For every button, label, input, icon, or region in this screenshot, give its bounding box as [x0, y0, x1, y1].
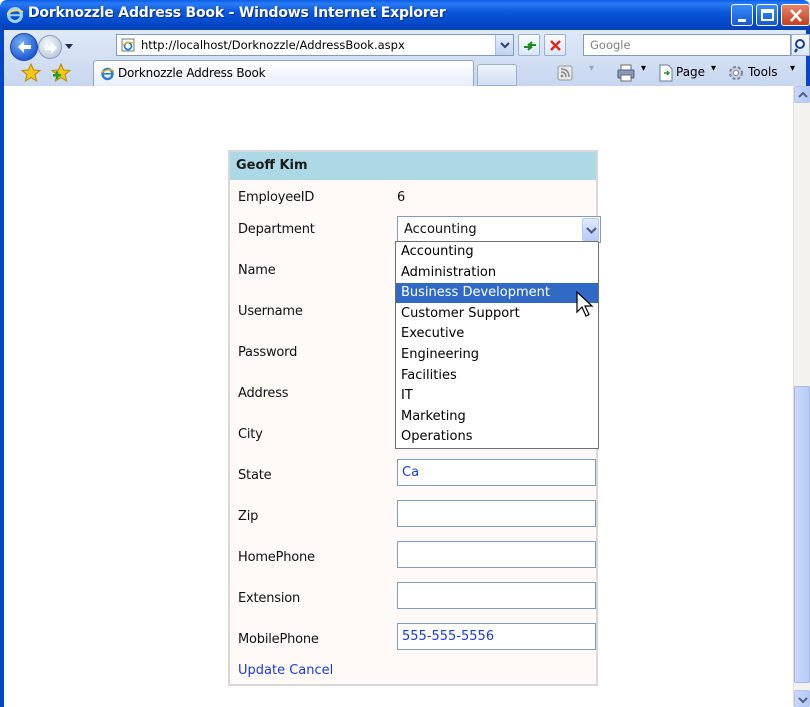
department-label: Department: [238, 222, 315, 237]
chevron-down-icon: [500, 42, 510, 49]
address-bar[interactable]: http://localhost/Dorknozzle/AddressBook.…: [116, 34, 514, 56]
department-option[interactable]: Marketing: [396, 407, 598, 427]
department-option[interactable]: Engineering: [396, 345, 598, 365]
address-dropdown-button[interactable]: [495, 35, 513, 55]
close-icon: [790, 9, 802, 22]
mobile-phone-field[interactable]: 555-555-5556: [397, 623, 596, 650]
tab-label: Dorknozzle Address Book: [118, 66, 266, 80]
department-option[interactable]: Business Development: [396, 283, 598, 304]
department-option[interactable]: Customer Support: [396, 304, 598, 324]
cancel-link[interactable]: Cancel: [289, 663, 333, 678]
back-arrow-icon: [18, 41, 31, 53]
search-icon: [793, 39, 805, 53]
refresh-icon: [524, 41, 536, 51]
back-button[interactable]: [10, 33, 38, 61]
state-label: State: [238, 468, 272, 483]
scrollbar-thumb[interactable]: [794, 386, 810, 683]
tools-dropdown-icon[interactable]: ▾: [790, 63, 795, 74]
page-menu-button[interactable]: Page: [676, 65, 705, 79]
refresh-button[interactable]: [518, 34, 540, 56]
city-label: City: [238, 427, 263, 442]
department-dropdown-button[interactable]: [582, 218, 599, 241]
search-placeholder: Google: [590, 38, 631, 52]
scroll-up-button[interactable]: [794, 86, 810, 103]
password-label: Password: [238, 345, 298, 360]
zip-label: Zip: [238, 509, 259, 524]
chevron-down-icon: [586, 227, 597, 235]
tab-dorknozzle-address-book[interactable]: Dorknozzle Address Book: [93, 60, 474, 86]
form-actions: Update Cancel: [238, 663, 333, 678]
tab-row: Dorknozzle Address Book ▾ ▾ Page ▾ Tools…: [4, 60, 806, 86]
search-input[interactable]: Google: [583, 34, 791, 56]
employee-name-heading: Geoff Kim: [236, 158, 308, 173]
mobile-phone-label: MobilePhone: [238, 632, 319, 647]
department-dropdown-list[interactable]: Accounting Administration Business Develop…: [395, 241, 599, 449]
mouse-cursor-icon: [576, 290, 594, 317]
department-option[interactable]: Facilities: [396, 366, 598, 386]
print-icon[interactable]: [616, 64, 636, 82]
tools-menu-button[interactable]: Tools: [748, 65, 778, 79]
extension-field[interactable]: [397, 582, 596, 609]
new-tab-button[interactable]: [477, 64, 517, 86]
maximize-button[interactable]: [756, 4, 778, 26]
employee-id-value: 6: [397, 190, 406, 205]
close-button[interactable]: [781, 4, 810, 26]
department-option[interactable]: Operations: [396, 427, 598, 447]
add-favorites-icon[interactable]: [50, 62, 72, 84]
username-label: Username: [238, 304, 303, 319]
feeds-dropdown-icon[interactable]: ▾: [589, 63, 594, 74]
stop-icon: [550, 40, 561, 51]
stop-button[interactable]: [544, 34, 566, 56]
scroll-down-button[interactable]: [794, 690, 810, 707]
employee-id-label: EmployeeID: [238, 190, 315, 205]
search-button[interactable]: [791, 34, 810, 56]
feeds-icon[interactable]: [557, 65, 573, 81]
title-bar: Dorknozzle Address Book - Windows Intern…: [0, 0, 810, 30]
home-phone-label: HomePhone: [238, 550, 315, 565]
extension-label: Extension: [238, 591, 301, 606]
favorites-star-icon[interactable]: [20, 62, 42, 84]
vertical-scrollbar[interactable]: [793, 86, 810, 707]
minimize-icon: [738, 19, 746, 22]
internet-explorer-icon: [100, 67, 115, 81]
home-phone-field[interactable]: [397, 541, 596, 568]
forward-arrow-icon: [45, 42, 57, 54]
page-icon: [121, 38, 135, 52]
url-text: http://localhost/Dorknozzle/AddressBook.…: [141, 38, 405, 52]
maximize-icon: [761, 9, 774, 21]
department-select[interactable]: Accounting: [397, 216, 601, 243]
chevron-down-icon: [798, 697, 808, 704]
forward-button[interactable]: [38, 35, 62, 59]
department-option[interactable]: Accounting: [396, 242, 598, 262]
panel-header: Geoff Kim: [230, 152, 596, 180]
name-label: Name: [238, 263, 276, 278]
minimize-button[interactable]: [731, 4, 753, 26]
navigation-bar: http://localhost/Dorknozzle/AddressBook.…: [0, 30, 810, 86]
department-option[interactable]: IT: [396, 386, 598, 406]
window-title: Dorknozzle Address Book - Windows Intern…: [28, 5, 446, 21]
page-dropdown-icon[interactable]: ▾: [711, 63, 716, 74]
department-selected-value: Accounting: [404, 222, 477, 237]
department-option[interactable]: Executive: [396, 324, 598, 344]
print-dropdown-icon[interactable]: ▾: [641, 63, 646, 74]
tools-gear-icon: [729, 66, 743, 80]
chevron-up-icon: [798, 91, 808, 98]
history-dropdown-icon[interactable]: [65, 44, 73, 49]
department-option[interactable]: Administration: [396, 263, 598, 283]
state-field[interactable]: Ca: [397, 459, 596, 486]
address-label: Address: [238, 386, 289, 401]
update-link[interactable]: Update: [238, 663, 285, 678]
page-menu-icon: [659, 64, 673, 82]
internet-explorer-icon: [6, 7, 24, 23]
zip-field[interactable]: [397, 500, 596, 527]
